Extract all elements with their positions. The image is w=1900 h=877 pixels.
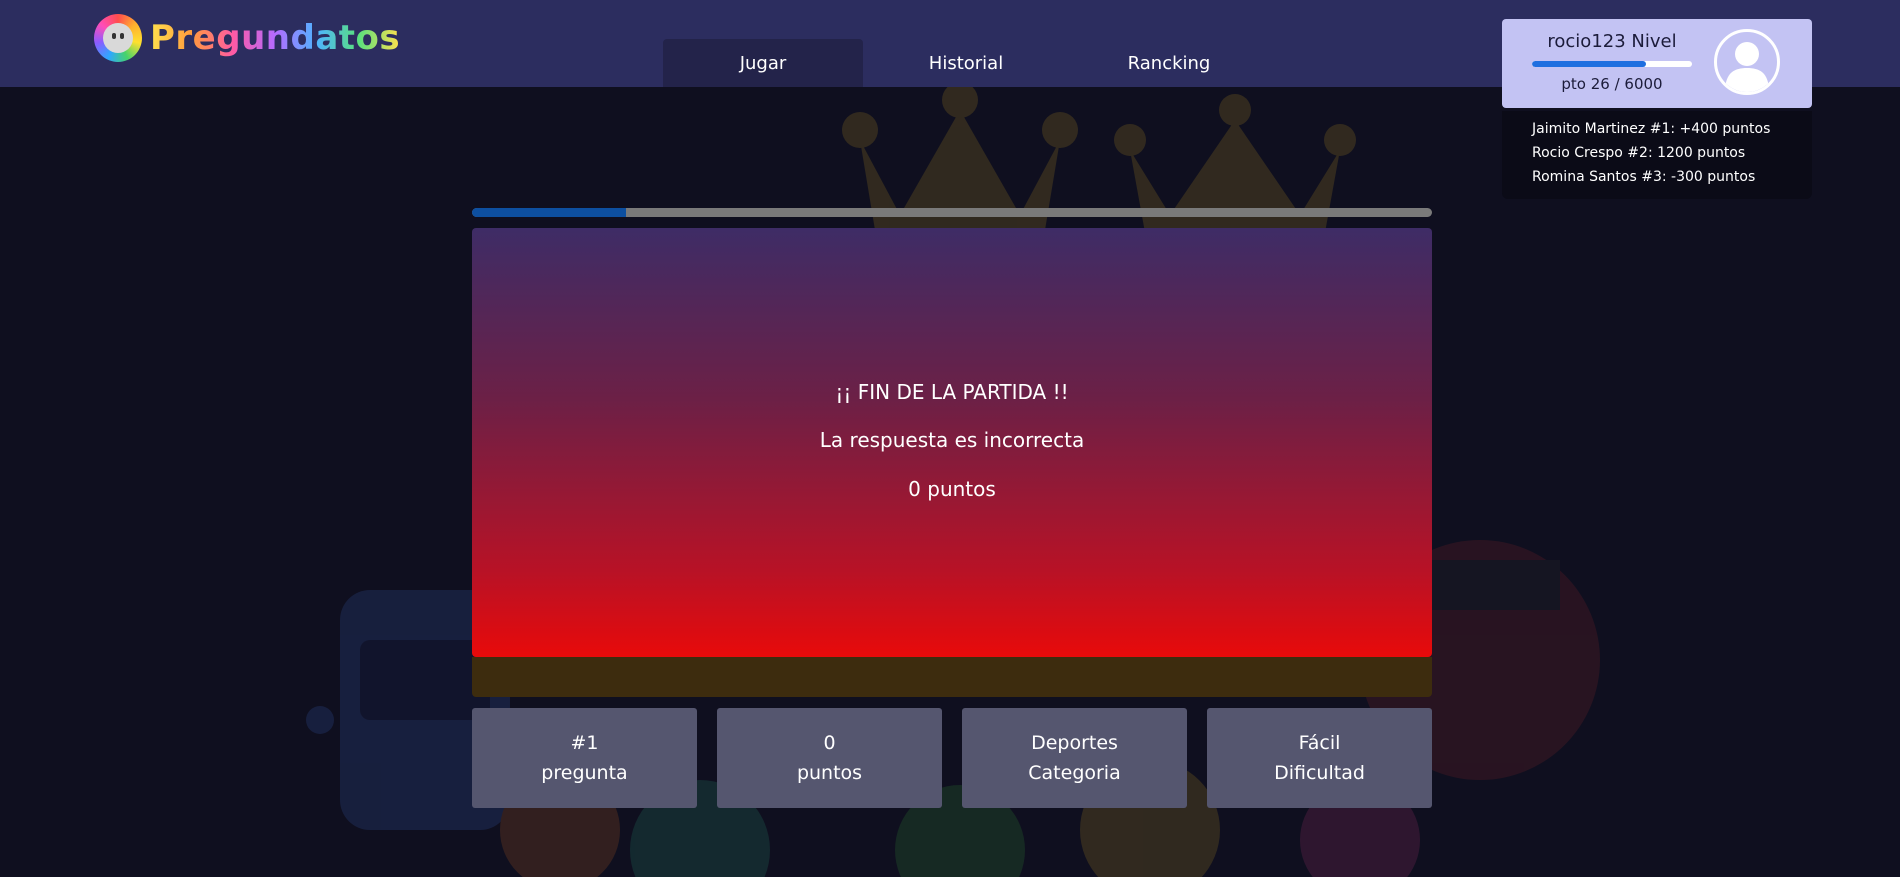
stat-difficulty: Fácil Dificultad xyxy=(1207,708,1432,808)
avatar[interactable] xyxy=(1714,29,1780,95)
profile-name-level: rocio123 Nivel xyxy=(1547,31,1677,52)
result-message: La respuesta es incorrecta xyxy=(819,428,1085,452)
app-logo[interactable]: Pregundatos xyxy=(94,14,400,62)
ranking-entry: Rocio Crespo #2: 1200 puntos xyxy=(1532,145,1746,161)
game-over-title: ¡¡ FIN DE LA PARTIDA !! xyxy=(835,380,1069,404)
game-page: Pregundatos Jugar Historial Rancking roc… xyxy=(0,0,1900,877)
stat-category-label: Categoria xyxy=(1028,762,1121,784)
level-progress-bar xyxy=(1532,61,1692,67)
stat-category-value: Deportes xyxy=(1031,732,1118,754)
ranking-list: Jaimito Martinez #1: +400 puntos Rocio C… xyxy=(1502,111,1812,199)
question-progress-fill xyxy=(472,208,626,217)
user-silhouette-icon xyxy=(1725,42,1769,92)
answer-strip xyxy=(472,657,1432,697)
main-nav: Jugar Historial Rancking xyxy=(663,39,1269,87)
stat-category: Deportes Categoria xyxy=(962,708,1187,808)
ranking-entry: Romina Santos #3: -300 puntos xyxy=(1532,169,1756,185)
stat-points-label: puntos xyxy=(796,762,863,784)
stat-difficulty-value: Fácil xyxy=(1298,732,1341,754)
stat-points: 0 puntos xyxy=(717,708,942,808)
logo-wheel-icon xyxy=(94,14,142,62)
stat-difficulty-label: Dificultad xyxy=(1274,762,1365,784)
tab-jugar[interactable]: Jugar xyxy=(663,39,863,87)
tab-rancking[interactable]: Rancking xyxy=(1069,39,1269,87)
logo-text: Pregundatos xyxy=(150,18,401,58)
stat-question-value: #1 xyxy=(570,732,599,754)
level-progress-fill xyxy=(1532,61,1646,67)
game-stats: #1 pregunta 0 puntos Deportes Categoria … xyxy=(472,708,1432,808)
stat-points-value: 0 xyxy=(823,732,836,754)
stat-question-label: pregunta xyxy=(541,762,628,784)
stat-question: #1 pregunta xyxy=(472,708,697,808)
ranking-entry: Jaimito Martinez #1: +400 puntos xyxy=(1532,121,1771,137)
tab-historial[interactable]: Historial xyxy=(866,39,1066,87)
logo-face-icon xyxy=(103,23,133,53)
result-panel: ¡¡ FIN DE LA PARTIDA !! La respuesta es … xyxy=(472,228,1432,657)
profile-points: pto 26 / 6000 xyxy=(1561,75,1663,93)
profile-card[interactable]: rocio123 Nivel pto 26 / 6000 xyxy=(1502,19,1812,108)
question-progress-bar xyxy=(472,208,1432,217)
result-points: 0 puntos xyxy=(908,477,996,501)
